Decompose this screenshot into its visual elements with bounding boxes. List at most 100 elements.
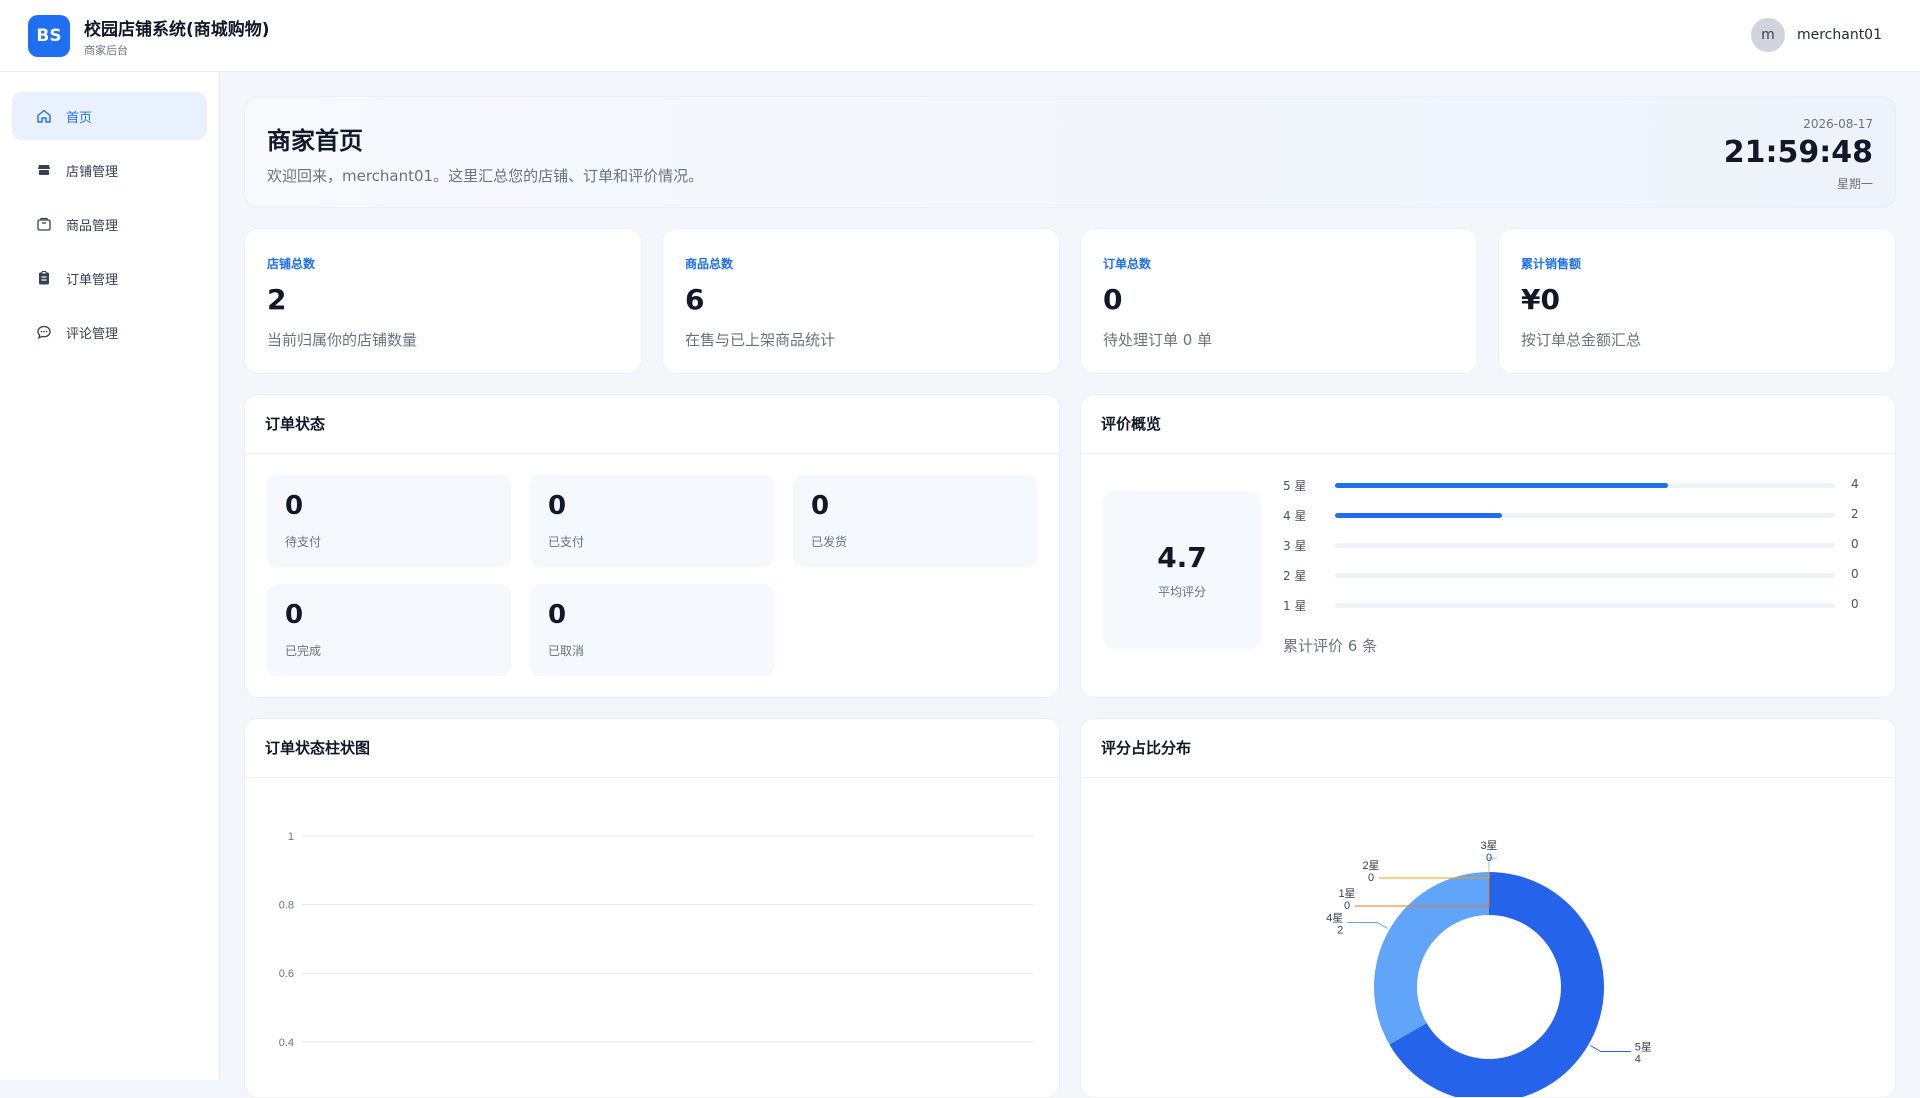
rating-bar-fill [1335,483,1669,488]
stat-card-products: 商品总数 6 在售与已上架商品统计 [662,228,1060,374]
order-status-card-completed[interactable]: 0 已完成 [267,584,511,676]
sidebar-item-label: 店铺管理 [66,164,119,180]
comment-icon [36,324,52,340]
order-status-panel: 订单状态 0 待支付 0 已支付 0 已发货 0 已完成 0 已取消 [244,394,1060,698]
slice-value-label: 4 [1635,1054,1641,1066]
sidebar: 首页 店铺管理 商品管理 订单管理 评论管理 [0,72,220,1080]
stat-label: 累计销售额 [1521,257,1582,271]
sidebar-item-label: 商品管理 [66,218,119,234]
order-status-card-paid[interactable]: 0 已支付 [530,475,774,567]
rating-total: 累计评价 6 条 [1283,637,1378,655]
average-rating-label: 平均评分 [1157,585,1206,599]
page-title: 商家首页 [267,127,363,155]
stat-card-stores: 店铺总数 2 当前归属你的店铺数量 [244,228,642,374]
average-rating-box: 4.7 平均评分 [1103,491,1261,649]
donut-slice[interactable] [1374,872,1489,1045]
stat-value: 0 [1103,283,1123,316]
y-tick-label: 0.6 [279,968,294,980]
rating-row-label: 4 星 [1283,509,1307,523]
store-icon [36,162,52,178]
sidebar-item-orders[interactable]: 订单管理 [12,254,207,302]
sidebar-item-stores[interactable]: 店铺管理 [12,146,207,194]
order-status-label: 已完成 [285,644,322,658]
label-leader-line [1347,922,1388,929]
average-rating-value: 4.7 [1157,541,1207,574]
top-bar: BS 校园店铺系统(商城购物) 商家后台 m merchant01 [0,0,1920,72]
stat-value: 2 [267,283,287,316]
stat-label: 商品总数 [685,257,734,271]
rating-bar-track [1335,573,1835,578]
stat-description: 当前归属你的店铺数量 [267,331,418,349]
rating-bar-track [1335,603,1835,608]
rating-row-5: 5 星 4 [1283,475,1863,495]
stat-description: 按订单总金额汇总 [1521,331,1642,349]
rating-row-count: 0 [1851,567,1859,581]
order-status-count: 0 [811,491,830,521]
slice-value-label: 0 [1368,872,1374,884]
clipboard-icon [36,270,52,286]
welcome-text: 欢迎回来，merchant01。这里汇总您的店铺、订单和评价情况。 [267,167,704,185]
rating-row-2: 2 星 0 [1283,565,1863,585]
rating-row-label: 5 星 [1283,479,1307,493]
slice-value-label: 0 [1486,852,1492,864]
rating-bar-fill [1335,513,1502,518]
stat-description: 待处理订单 0 单 [1103,331,1213,349]
current-time: 21:59:48 [1723,135,1873,170]
divider [245,453,1059,454]
panel-title: 订单状态柱状图 [265,739,371,757]
slice-value-label: 0 [1344,900,1350,912]
stat-label: 店铺总数 [267,257,316,271]
rating-row-count: 2 [1851,507,1859,521]
order-status-label: 待支付 [285,535,322,549]
sidebar-item-reviews[interactable]: 评论管理 [12,308,207,356]
welcome-banner: 商家首页 欢迎回来，merchant01。这里汇总您的店铺、订单和评价情况。 2… [244,96,1896,208]
slice-label: 5星 [1635,1041,1652,1054]
label-leader-line [1590,1045,1631,1052]
order-status-count: 0 [285,600,304,630]
user-menu[interactable]: m merchant01 [1750,18,1882,52]
slice-label: 3星 [1480,839,1497,852]
stat-description: 在售与已上架商品统计 [685,331,836,349]
order-status-label: 已取消 [548,644,585,658]
order-status-card-shipped[interactable]: 0 已发货 [793,475,1037,567]
rating-bar-track [1335,483,1835,488]
divider [1081,453,1895,454]
order-status-card-cancelled[interactable]: 0 已取消 [530,584,774,676]
avatar[interactable]: m [1750,18,1785,52]
app-subtitle: 商家后台 [84,44,128,57]
rating-row-label: 2 星 [1283,569,1307,583]
stat-label: 订单总数 [1103,257,1152,271]
sidebar-item-products[interactable]: 商品管理 [12,200,207,248]
rating-row-label: 1 星 [1283,599,1307,613]
app-logo[interactable]: BS [28,15,70,57]
sidebar-item-label: 订单管理 [66,272,119,288]
sidebar-item-label: 首页 [66,110,93,126]
rating-row-count: 4 [1851,477,1859,491]
stat-card-sales: 累计销售额 ¥0 按订单总金额汇总 [1498,228,1896,374]
order-status-count: 0 [548,600,567,630]
rating-distribution-panel: 评分占比分布 5星 4 4星 2 1星 0 2星 0 3星 0 [1080,718,1896,1098]
divider [245,777,1059,778]
rating-row-1: 1 星 0 [1283,595,1863,615]
slice-label: 1星 [1338,887,1355,900]
rating-bar-track [1335,513,1835,518]
rating-distribution-donut-chart: 5星44星21星02星03星0 [1326,839,1652,1097]
stat-value: 6 [685,283,705,316]
username[interactable]: merchant01 [1797,27,1882,43]
current-weekday: 星期一 [1836,177,1873,191]
panel-title: 评分占比分布 [1101,739,1192,757]
rating-row-count: 0 [1851,537,1859,551]
order-status-count: 0 [548,491,567,521]
order-status-bar-chart-panel: 订单状态柱状图 0.20.40.60.81 [244,718,1060,1098]
stat-value: ¥0 [1521,283,1560,316]
y-tick-label: 1 [288,831,294,843]
current-date: 2026-08-17 [1803,117,1873,131]
panel-title: 评价概览 [1101,415,1162,433]
order-status-card-pending[interactable]: 0 待支付 [267,475,511,567]
y-tick-label: 0.4 [279,1037,294,1049]
order-status-label: 已支付 [548,535,585,549]
app-title: 校园店铺系统(商城购物) [84,20,270,40]
sidebar-item-label: 评论管理 [66,326,119,342]
sidebar-item-home[interactable]: 首页 [12,92,207,140]
divider [1081,777,1895,778]
